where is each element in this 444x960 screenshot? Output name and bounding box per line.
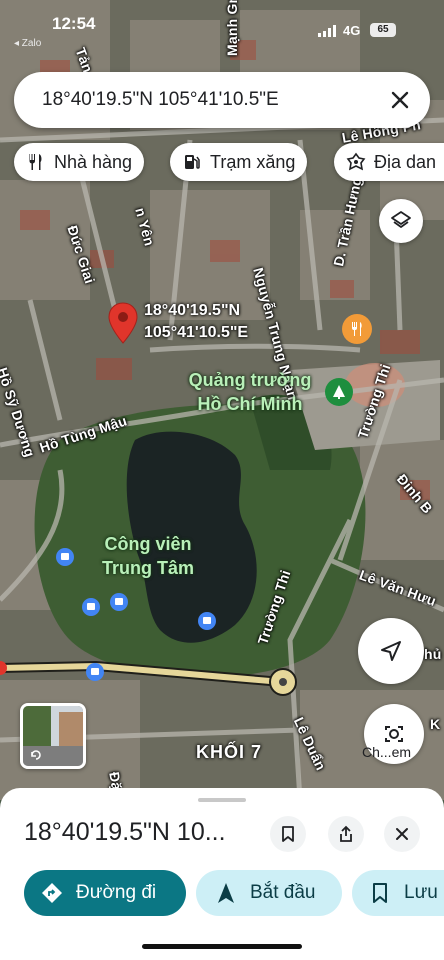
search-bar[interactable]: 18°40'19.5"N 105°41'10.5"E xyxy=(14,72,430,128)
directions-icon xyxy=(42,883,62,903)
bus-stop-icon[interactable] xyxy=(198,612,216,630)
bus-stop-icon[interactable] xyxy=(86,663,104,681)
street-label: K xyxy=(430,716,441,732)
close-icon xyxy=(396,828,408,840)
place-title: 18°40'19.5"N 10... xyxy=(24,818,226,846)
rotate-360-icon xyxy=(31,750,41,760)
location-pin-icon[interactable] xyxy=(108,302,138,349)
navigation-icon xyxy=(218,883,234,903)
pin-coordinate-label: 18°40'19.5"N 105°41'10.5"E xyxy=(144,302,249,341)
status-time: 12:54 xyxy=(52,14,96,33)
bookmark-icon xyxy=(282,826,294,842)
share-button[interactable] xyxy=(328,816,364,852)
sheet-grabber[interactable] xyxy=(198,798,246,802)
network-type: 4G xyxy=(343,23,361,38)
bus-stop-icon[interactable] xyxy=(110,593,128,611)
start-navigation-button[interactable]: Bắt đầu xyxy=(196,870,342,916)
status-bar: 12:54 ◂ Zalo 4G 65 xyxy=(0,0,444,49)
close-icon xyxy=(391,91,409,109)
landmark-icon xyxy=(346,152,366,171)
bus-stop-icon[interactable] xyxy=(82,598,100,616)
close-sheet-button[interactable] xyxy=(384,816,420,852)
chip-landmarks[interactable]: Địa dan xyxy=(334,143,444,181)
camera-lens-icon xyxy=(385,726,403,742)
chip-restaurants[interactable]: Nhà hàng xyxy=(14,143,145,181)
map-layers-button[interactable] xyxy=(379,199,423,243)
bus-stop-icon[interactable] xyxy=(56,548,74,566)
save-icon-button[interactable] xyxy=(270,816,306,852)
poi-label-park[interactable]: Công viên Trung Tâm xyxy=(96,532,200,580)
poi-label-square[interactable]: Quảng trường Hồ Chí Minh xyxy=(180,368,320,416)
bookmark-icon xyxy=(373,883,387,903)
street-view-thumbnail[interactable] xyxy=(20,703,86,769)
save-button[interactable]: Lưu xyxy=(352,870,444,916)
navigation-arrow-icon xyxy=(381,641,401,661)
signal-icon xyxy=(318,25,336,37)
back-to-app-link[interactable]: ◂ Zalo xyxy=(14,38,41,49)
restaurant-marker-icon[interactable] xyxy=(342,314,372,344)
battery-icon: 65 xyxy=(370,23,396,37)
search-input[interactable]: 18°40'19.5"N 105°41'10.5"E xyxy=(42,89,279,111)
gas-station-icon xyxy=(185,155,200,169)
share-icon xyxy=(340,825,352,842)
restaurant-icon xyxy=(29,154,42,170)
directions-button[interactable]: Đường đi xyxy=(24,870,186,916)
chip-gas-stations[interactable]: Trạm xăng xyxy=(170,143,308,181)
home-indicator[interactable] xyxy=(142,944,302,949)
lens-label: Ch...em xyxy=(362,744,412,760)
street-label: hủ xyxy=(424,646,442,662)
monument-marker-icon[interactable] xyxy=(325,378,353,406)
area-label: KHỐI 7 xyxy=(196,742,263,762)
clear-search-button[interactable] xyxy=(384,84,416,116)
layers-icon xyxy=(391,211,411,228)
my-location-button[interactable] xyxy=(358,618,424,684)
